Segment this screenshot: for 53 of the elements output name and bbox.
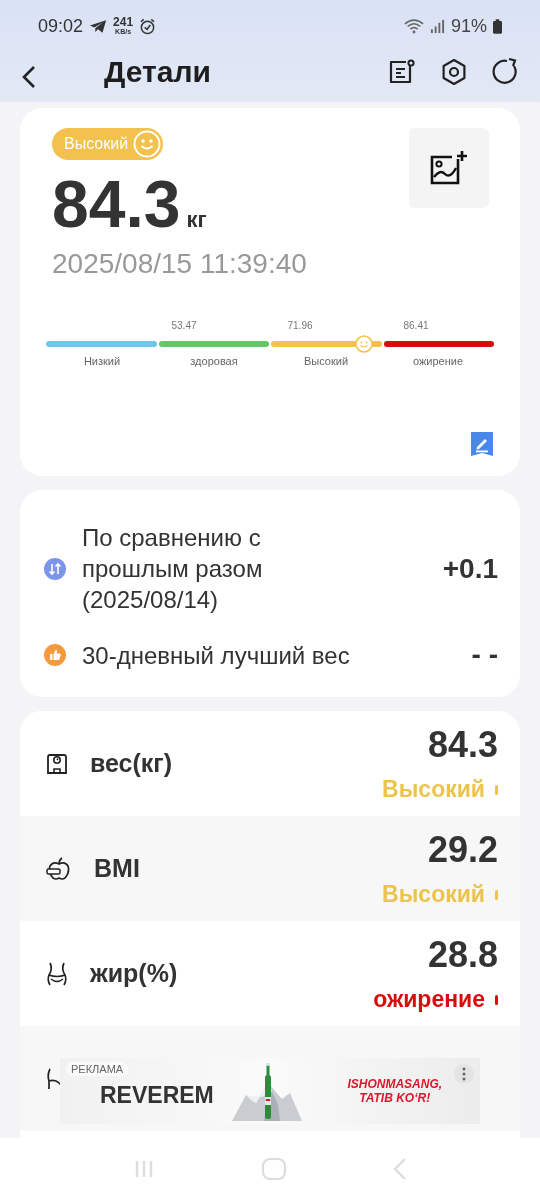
add-image-icon <box>430 151 468 185</box>
status-tick <box>495 889 498 900</box>
weight-unit: кг <box>186 207 207 233</box>
apple-icon <box>46 856 72 881</box>
ad-label: РЕКЛАМА <box>66 1062 129 1076</box>
telegram-icon <box>89 18 108 34</box>
range-label: ожирение <box>411 355 465 367</box>
signal-icon <box>429 18 445 34</box>
metric-status: Высокий <box>382 881 485 908</box>
refresh-icon[interactable] <box>492 58 520 86</box>
scale-icon <box>46 751 68 776</box>
battery-percent: 91% <box>450 15 487 37</box>
ad-slogan: ISHONMASANG, TATIB KO‘R! <box>346 1077 444 1105</box>
range-label: здоровая <box>189 355 239 367</box>
comparison-label: По сравнению с прошлым разом (2025/08/14) <box>82 523 264 615</box>
notes-icon[interactable] <box>388 58 416 86</box>
comparison-value: - - <box>471 639 498 671</box>
metric-name: BMI <box>94 854 140 883</box>
alarm-icon <box>139 17 157 35</box>
measurement-datetime: 2025/08/15 11:39:40 <box>52 248 307 280</box>
range-label: Высокий <box>302 355 350 367</box>
speed-value: 241 <box>113 16 134 28</box>
back-icon[interactable] <box>22 65 36 89</box>
page-title: Детали <box>104 55 211 89</box>
wifi-icon <box>403 18 424 34</box>
metric-name: вес(кг) <box>90 749 173 778</box>
metric-value: 29.2 <box>427 829 498 871</box>
threshold-value: 86.41 <box>403 320 429 331</box>
metric-name: жир(%) <box>90 959 178 988</box>
add-photo-button[interactable] <box>409 128 489 208</box>
ad-brand: REVEREM <box>100 1081 214 1109</box>
threshold-value: 53.47 <box>171 320 197 331</box>
range-label: Низкий <box>82 355 122 367</box>
comparison-label: 30-дневный лучший вес <box>82 640 351 671</box>
threshold-value: 71.96 <box>287 320 313 331</box>
ad-banner[interactable]: РЕКЛАМА REVEREM ISHONMASANG, TATIB KO‘R! <box>60 1058 480 1124</box>
status-tick <box>495 994 498 1005</box>
badge-label: Высокий <box>64 135 129 153</box>
waist-icon <box>46 961 68 986</box>
status-tick <box>495 784 498 795</box>
compare-icon <box>44 557 66 580</box>
metric-value: 84.3 <box>427 724 498 766</box>
thumbs-up-icon <box>44 644 66 666</box>
more-icon[interactable] <box>454 1064 474 1084</box>
metric-value: 28.8 <box>427 934 498 976</box>
comparison-value: +0.1 <box>442 552 498 585</box>
status-time: 09:02 <box>38 15 84 37</box>
metric-status: Высокий <box>382 776 485 803</box>
settings-icon[interactable] <box>440 58 468 86</box>
weight-value: 84.3 <box>52 166 181 242</box>
edit-icon[interactable] <box>471 432 493 456</box>
battery-icon <box>493 18 502 34</box>
metric-status: ожирение <box>373 986 485 1013</box>
